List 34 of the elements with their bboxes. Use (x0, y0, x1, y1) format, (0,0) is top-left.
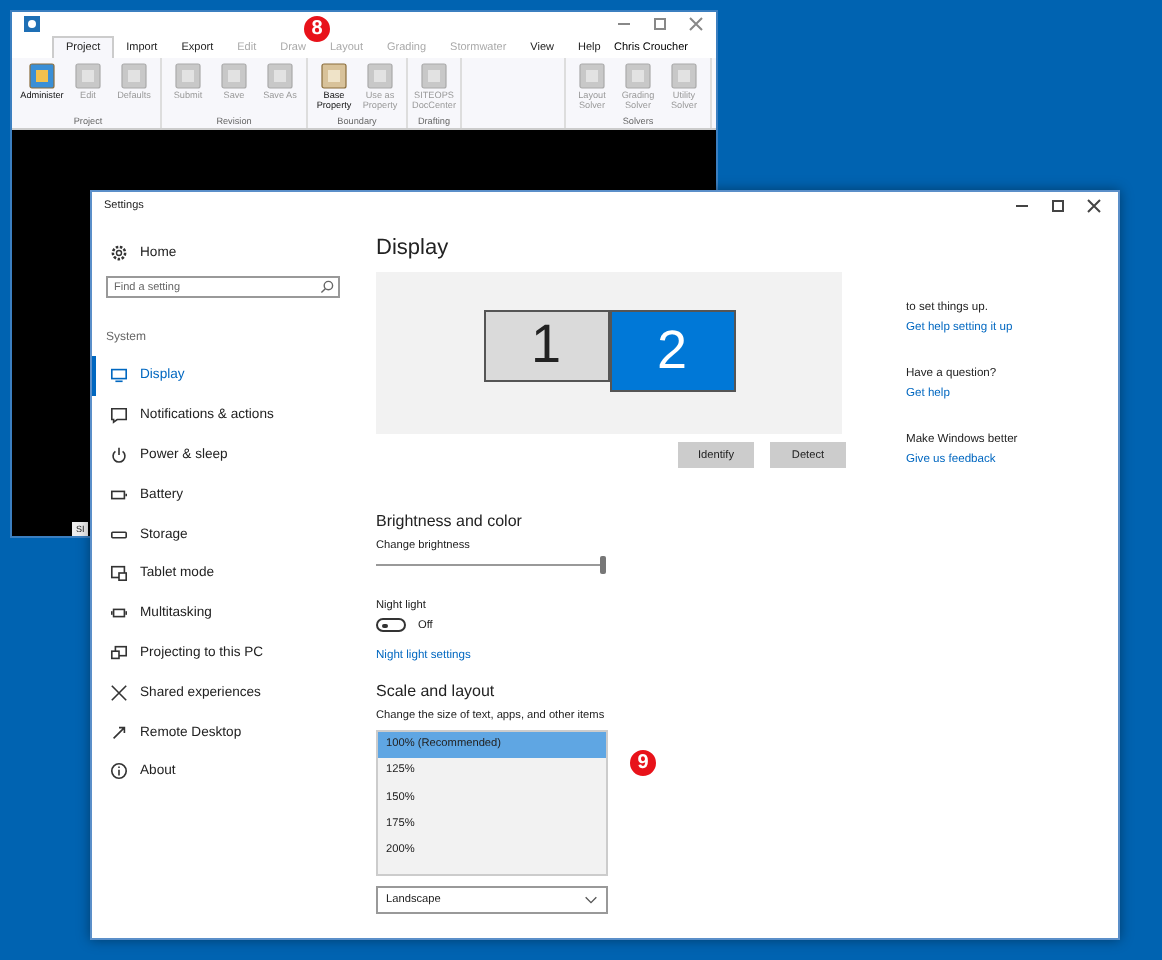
tool-icon (320, 62, 348, 90)
battery-icon (110, 485, 128, 504)
brightness-slider[interactable] (376, 556, 606, 574)
section-heading: Brightness and color (376, 512, 522, 530)
remote-icon (110, 723, 128, 742)
tool-icon (266, 62, 294, 90)
multitask-icon (110, 604, 128, 623)
power-icon (110, 445, 128, 464)
tool-icon (120, 62, 148, 90)
tool-icon (578, 62, 606, 90)
monitor-tile[interactable]: 1 (483, 309, 609, 381)
close-icon[interactable] (1086, 198, 1102, 214)
tool-icon (420, 62, 448, 90)
chevron-icon (584, 896, 598, 904)
section-heading: Scale and layout (376, 682, 495, 700)
tool-icon (74, 62, 102, 90)
maximize-icon[interactable] (1050, 198, 1066, 214)
tablet-icon (110, 564, 128, 583)
slider-thumb[interactable] (600, 556, 606, 574)
message-icon (110, 406, 128, 425)
tool-icon (174, 62, 202, 90)
gear-icon (110, 243, 128, 261)
tool-icon (220, 62, 248, 90)
tool-icon (28, 62, 56, 90)
tool-icon (624, 62, 652, 90)
page-heading: Display (376, 236, 449, 260)
info-icon (110, 762, 128, 781)
search-icon (320, 280, 334, 294)
tool-icon (670, 62, 698, 90)
storage-icon (110, 525, 128, 544)
tool-icon (366, 62, 394, 90)
monitor-tile[interactable]: 2 (609, 309, 735, 391)
toggle-switch[interactable] (376, 618, 406, 632)
monitor-icon (110, 366, 128, 385)
